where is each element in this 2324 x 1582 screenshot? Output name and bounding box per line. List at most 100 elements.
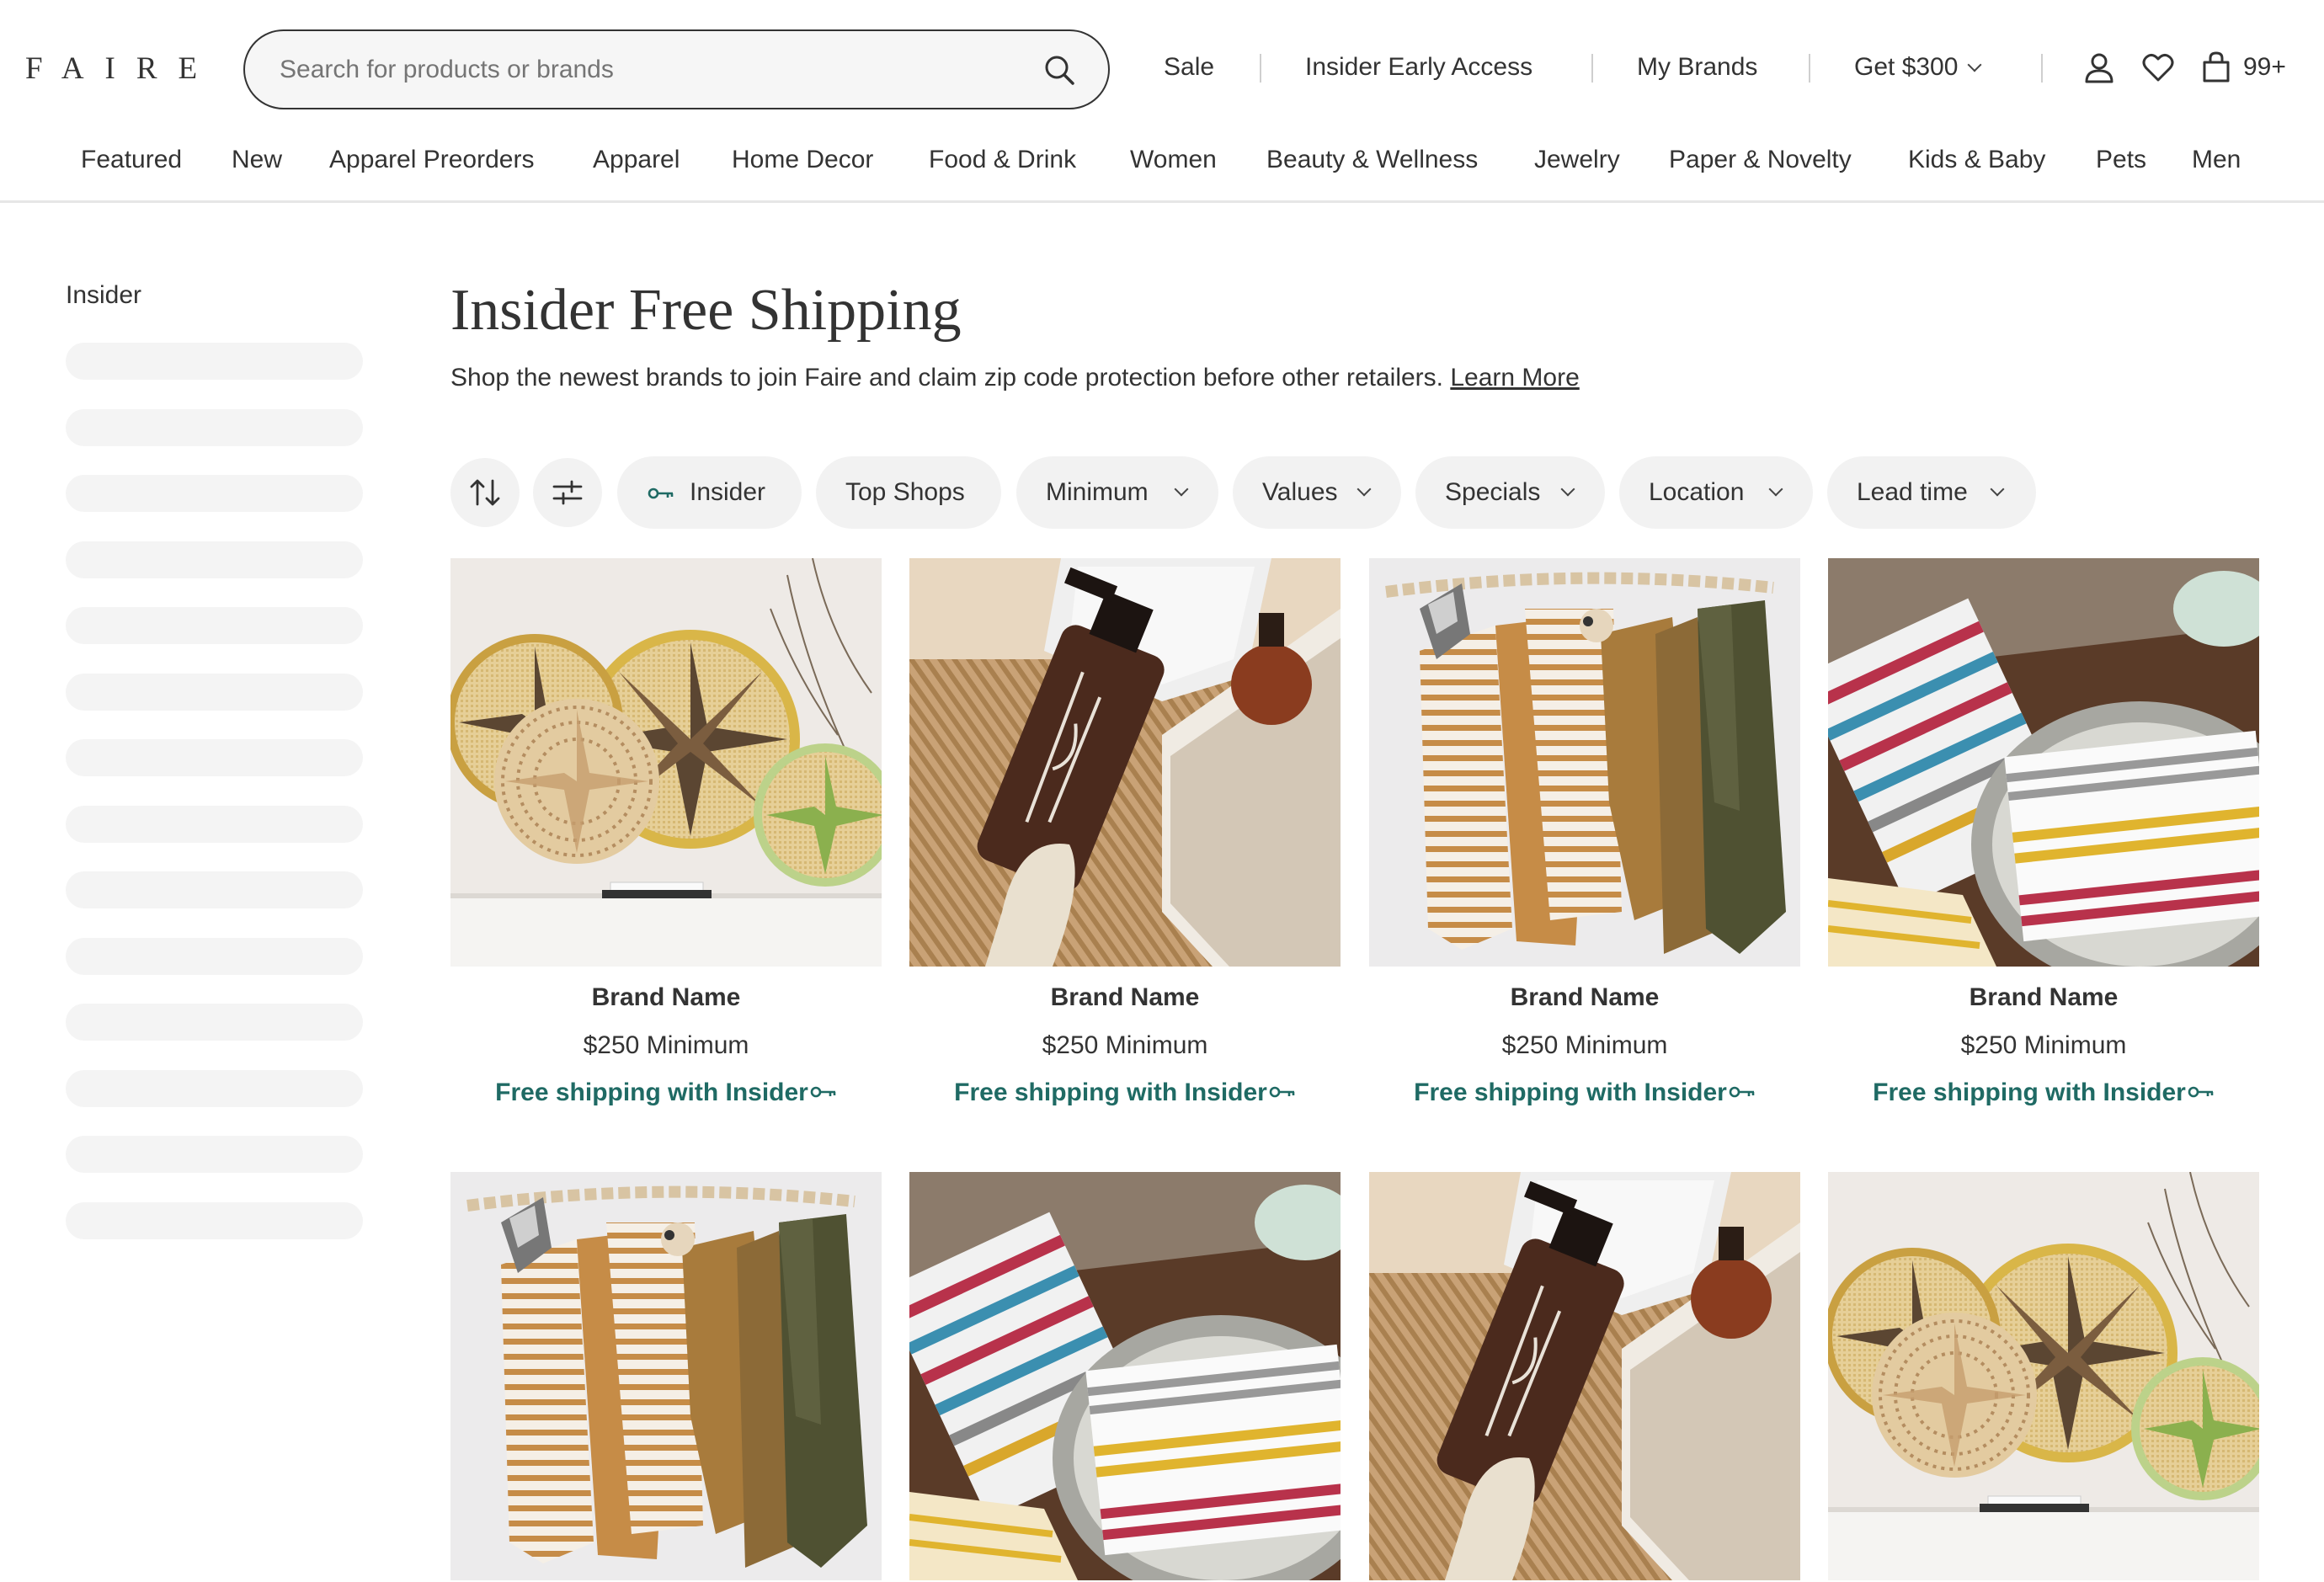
category-apparel-preorders[interactable]: Apparel Preorders [329,141,534,178]
shipping-text: Free shipping with Insider [1873,1079,2186,1106]
subtitle-text: Shop the newest brands to join Faire and… [450,364,1443,392]
sidebar-skeleton-item [66,806,363,843]
category-paper-novelty[interactable]: Paper & Novelty [1669,141,1852,178]
category-new[interactable]: New [232,141,282,178]
filter-specials-label: Specials [1445,478,1541,506]
product-image-woven-baskets[interactable] [450,558,882,967]
cart-count-badge[interactable]: 99+ [2243,49,2286,86]
sale-link[interactable]: Sale [1164,49,1214,86]
learn-more-link[interactable]: Learn More [1450,364,1579,392]
faire-logo[interactable]: FAIRE [25,51,218,88]
filter-specials[interactable]: Specials [1415,456,1605,529]
product-brand-name[interactable]: Brand Name [909,979,1341,1016]
sidebar-skeleton-item [66,871,363,908]
sidebar-skeleton-item [66,475,363,512]
product-image-baby-clothes[interactable] [1369,558,1800,967]
filter-values[interactable]: Values [1233,456,1401,529]
search-input[interactable] [280,31,1021,108]
sort-icon [470,479,500,506]
key-icon [1729,1085,1756,1099]
category-pets[interactable]: Pets [2096,141,2146,178]
product-shipping-note: Free shipping with Insider [1828,1074,2259,1111]
key-icon [648,487,674,500]
shopping-bag-icon[interactable] [2199,51,2233,84]
filter-insider[interactable]: Insider [617,456,802,529]
account-icon[interactable] [2082,51,2116,84]
product-shipping-note: Free shipping with Insider [1369,1074,1800,1111]
product-minimum: $250 Minimum [1042,1031,1208,1059]
sidebar-skeleton-item [66,1136,363,1173]
sort-button[interactable] [450,458,520,527]
filter-minimum-label: Minimum [1046,478,1149,506]
category-kids-baby[interactable]: Kids & Baby [1908,141,2045,178]
filter-top-shops[interactable]: Top Shops [816,456,1001,529]
filter-top-shops-label: Top Shops [845,478,965,506]
filter-values-label: Values [1262,478,1338,506]
key-icon [2188,1085,2215,1099]
filter-minimum[interactable]: Minimum [1016,456,1218,529]
chevron-down-icon [1990,482,2005,497]
sidebar-skeleton-item [66,1202,363,1239]
product-image-striped-napkins[interactable] [1828,558,2259,967]
category-food-drink[interactable]: Food & Drink [929,141,1076,178]
chevron-down-icon [1174,482,1189,497]
shipping-text: Free shipping with Insider [495,1079,808,1106]
product-shipping-note: Free shipping with Insider [450,1074,882,1111]
category-home-decor[interactable]: Home Decor [732,141,873,178]
product-minimum: $250 Minimum [1501,1031,1668,1059]
product-image-woven-baskets[interactable] [1828,1172,2259,1580]
category-jewelry[interactable]: Jewelry [1534,141,1620,178]
chevron-down-icon [1560,482,1575,497]
nav-divider [1809,54,1810,83]
product-shipping-note: Free shipping with Insider [909,1074,1341,1111]
category-beauty-wellness[interactable]: Beauty & Wellness [1266,141,1478,178]
product-image-soap-bottle[interactable] [1369,1172,1800,1580]
product-image-baby-clothes[interactable] [450,1172,882,1580]
sidebar-skeleton-item [66,938,363,975]
product-brand-name[interactable]: Brand Name [1828,979,2259,1016]
filter-lead-time[interactable]: Lead time [1827,456,2036,529]
sidebar-skeleton-item [66,674,363,711]
chevron-down-icon [1357,482,1372,497]
filters-button[interactable] [533,458,602,527]
sidebar-skeleton-item [66,541,363,578]
product-minimum: $250 Minimum [583,1031,749,1059]
sidebar-skeleton-item [66,343,363,380]
page-title: Insider Free Shipping [450,278,962,343]
search-icon[interactable] [1042,53,1076,87]
heart-icon[interactable] [2141,51,2175,84]
product-image-striped-napkins[interactable] [909,1172,1341,1580]
product-brand-name[interactable]: Brand Name [450,979,882,1016]
nav-divider [2041,54,2043,83]
category-nav: Featured New Apparel Preorders Apparel H… [0,141,2324,178]
get-300-label: Get $300 [1854,53,1959,81]
product-image-soap-bottle[interactable] [909,558,1341,967]
page-subtitle: Shop the newest brands to join Faire and… [450,360,1580,397]
product-brand-name[interactable]: Brand Name [1369,979,1800,1016]
sidebar-skeleton-item [66,607,363,644]
shipping-text: Free shipping with Insider [954,1079,1267,1106]
chevron-down-icon [1768,482,1783,497]
site-header: FAIRE Sale Insider Early Access My Brand… [0,0,2324,203]
search-bar [243,29,1110,109]
sliders-icon [552,480,583,505]
key-icon [810,1085,837,1099]
key-icon [1269,1085,1296,1099]
category-featured[interactable]: Featured [81,141,182,178]
chevron-down-icon [1967,57,1982,72]
sidebar-skeleton-item [66,739,363,776]
nav-divider [1260,54,1261,83]
category-men[interactable]: Men [2192,141,2241,178]
filter-location[interactable]: Location [1619,456,1813,529]
insider-early-access-link[interactable]: Insider Early Access [1305,49,1532,86]
get-300-menu[interactable]: Get $300 [1854,49,1982,86]
sidebar-title: Insider [66,281,142,309]
category-apparel[interactable]: Apparel [593,141,680,178]
my-brands-link[interactable]: My Brands [1637,49,1757,86]
sidebar-skeleton-item [66,409,363,446]
filter-location-label: Location [1649,478,1745,506]
filter-lead-time-label: Lead time [1857,478,1968,506]
category-women[interactable]: Women [1130,141,1217,178]
filter-insider-label: Insider [690,478,766,506]
product-minimum: $250 Minimum [1960,1031,2127,1059]
